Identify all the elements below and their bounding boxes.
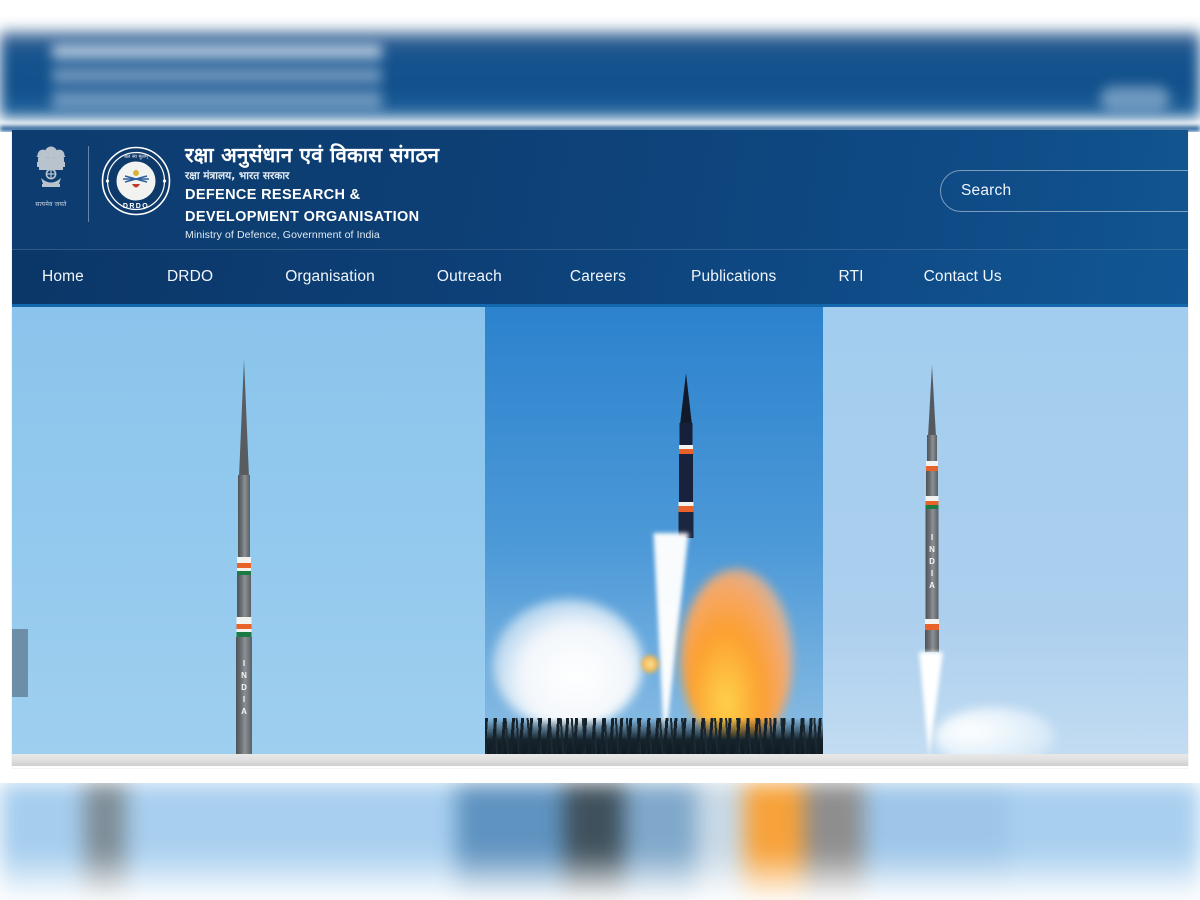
- blur-top-ghost-title: [52, 44, 382, 110]
- browser-viewport: सत्यमेव जयते . बल स्य मूलम् DRDO रक्षा अ…: [0, 0, 1200, 900]
- slide1-missile: INDIA: [230, 359, 258, 754]
- carousel-slides: INDIA INDIA: [12, 307, 1188, 754]
- hero-carousel[interactable]: INDIA INDIA: [12, 307, 1188, 768]
- slide3-missile: INDIA: [919, 365, 945, 665]
- carousel-slide-3[interactable]: INDIA: [823, 307, 1188, 754]
- nav-item-outreach[interactable]: Outreach: [437, 268, 502, 286]
- drdo-seal-icon: . बल स्य मूलम् DRDO: [101, 146, 171, 216]
- blurred-background-top: [0, 0, 1200, 132]
- card-bottom-spacer: [12, 766, 1188, 768]
- nav-item-home[interactable]: Home: [42, 268, 84, 286]
- brand-divider: [88, 146, 89, 222]
- brand-lockup[interactable]: सत्यमेव जयते . बल स्य मूलम् DRDO रक्षा अ…: [22, 140, 439, 241]
- blur-bottom-imagery: [0, 783, 1200, 900]
- blur-top-ghost-button: [1100, 86, 1170, 112]
- nav-item-rti[interactable]: RTI: [838, 268, 863, 286]
- site-subtitle-hindi: रक्षा मंत्रालय, भारत सरकार: [185, 169, 290, 182]
- drdo-website-card: सत्यमेव जयते . बल स्य मूलम् DRDO रक्षा अ…: [12, 130, 1188, 768]
- svg-text:DRDO: DRDO: [123, 203, 149, 210]
- site-title-block: रक्षा अनुसंधान एवं विकास संगठन रक्षा मंत…: [185, 140, 439, 241]
- slide2-plume-white: [493, 599, 643, 729]
- slide3-missile-marking: INDIA: [927, 533, 937, 593]
- site-header: सत्यमेव जयते . बल स्य मूलम् DRDO रक्षा अ…: [12, 130, 1188, 250]
- search-input[interactable]: Search: [940, 170, 1188, 212]
- nav-item-publications[interactable]: Publications: [691, 268, 776, 286]
- svg-text:बल स्य मूलम्: बल स्य मूलम्: [124, 154, 149, 160]
- slide2-spark: [641, 655, 659, 673]
- nav-item-careers[interactable]: Careers: [570, 268, 626, 286]
- carousel-slide-2[interactable]: [485, 307, 823, 754]
- search-container[interactable]: Search: [940, 170, 1188, 212]
- nav-item-contact-us[interactable]: Contact Us: [924, 268, 1002, 286]
- site-title-en-line1: DEFENCE RESEARCH &: [185, 187, 361, 204]
- site-subtitle-en: Ministry of Defence, Government of India: [185, 229, 380, 242]
- carousel-prev-button[interactable]: [12, 629, 28, 697]
- nav-item-organisation[interactable]: Organisation: [285, 268, 375, 286]
- main-navigation[interactable]: Home DRDO Organisation Outreach Careers …: [12, 250, 1188, 307]
- carousel-footer-bar: [12, 754, 1188, 766]
- slide3-sky: [823, 307, 1188, 754]
- slide1-missile-marking: INDIA: [239, 659, 249, 719]
- slide2-missile: [671, 373, 701, 553]
- search-placeholder: Search: [961, 182, 1012, 199]
- blur-top-whitespace: [0, 0, 1200, 34]
- state-emblem-icon: सत्यमेव जयते: [22, 144, 80, 208]
- carousel-slide-1[interactable]: INDIA: [12, 307, 485, 754]
- blurred-background-bottom: [0, 783, 1200, 900]
- svg-text:.: .: [135, 167, 136, 171]
- emblem-motto: सत्यमेव जयते: [35, 201, 67, 208]
- slide2-treeline: [485, 718, 823, 754]
- site-title-hindi: रक्षा अनुसंधान एवं विकास संगठन: [185, 143, 440, 167]
- site-title-en-line2: DEVELOPMENT ORGANISATION: [185, 209, 420, 226]
- nav-item-drdo[interactable]: DRDO: [167, 268, 213, 286]
